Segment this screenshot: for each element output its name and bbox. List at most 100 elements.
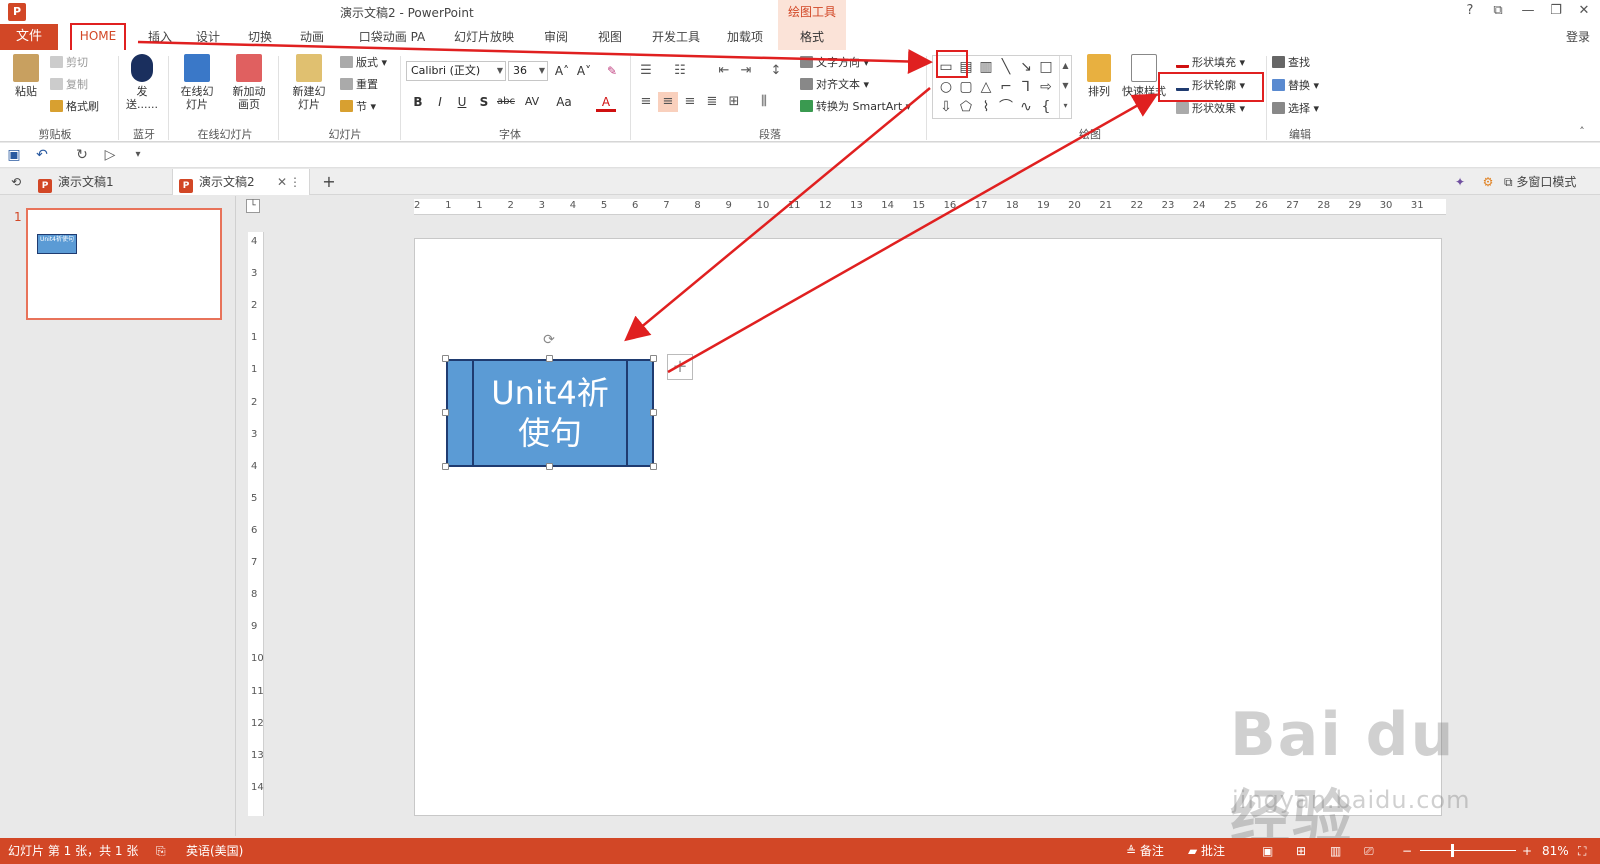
tab-review[interactable]: 审阅 [534, 24, 578, 50]
vertical-ruler[interactable]: 4 3 2 1 1 2 3 4 5 6 7 8 9 10 11 12 13 14 [248, 232, 264, 816]
new-tab-icon[interactable]: + [318, 169, 340, 195]
convert-smartart-button[interactable]: 转换为 SmartArt ▾ [800, 98, 911, 116]
doc-tab-1[interactable]: P 演示文稿1 [34, 169, 170, 195]
tab-transitions[interactable]: 切换 [238, 24, 282, 50]
align-right-button[interactable]: ≡ [680, 92, 700, 112]
restore-icon[interactable]: ❐ [1542, 3, 1570, 18]
gallery-scroll[interactable]: ▲ ▼ ▾ [1059, 56, 1071, 118]
line-shape-icon[interactable]: ╲ [997, 58, 1015, 76]
columns-button[interactable]: ⫼ [754, 92, 774, 112]
right-arrow-shape-icon[interactable]: ⇨ [1037, 78, 1055, 96]
spell-check-icon[interactable]: ⎘ [156, 838, 166, 864]
oval-shape-icon[interactable]: ○ [937, 78, 955, 96]
arrange-button[interactable]: 排列 [1080, 54, 1118, 98]
selected-shape[interactable]: Unit4祈 使句 [446, 359, 654, 467]
character-spacing-button[interactable]: AV [520, 92, 544, 112]
tab-menu-icon[interactable]: ⋮ [289, 169, 301, 195]
align-center-button[interactable]: ≡ [658, 92, 678, 112]
doc-tab-2[interactable]: P 演示文稿2 ✕ ⋮ [172, 169, 310, 195]
save-icon[interactable]: ▣ [4, 146, 24, 164]
rotate-handle-icon[interactable]: ⟳ [542, 333, 556, 347]
fit-slide-icon[interactable]: ⛶ [1578, 838, 1586, 864]
resize-handle[interactable] [442, 409, 449, 416]
zoom-out-icon[interactable]: − [1402, 838, 1412, 864]
down-arrow-shape-icon[interactable]: ⇩ [937, 98, 955, 116]
tab-file[interactable]: 文件 [0, 24, 58, 50]
increase-indent-button[interactable]: ⇥ [736, 61, 756, 81]
customize-qat-icon[interactable]: ▾ [128, 146, 148, 164]
login-link[interactable]: 登录 [1566, 28, 1590, 45]
help-icon[interactable]: ? [1456, 3, 1484, 18]
tab-view[interactable]: 视图 [588, 24, 632, 50]
decrease-indent-button[interactable]: ⇤ [714, 61, 734, 81]
select-button[interactable]: 选择 ▾ [1272, 100, 1319, 118]
strikethrough-button[interactable]: abc [494, 92, 518, 112]
cut-button[interactable]: 剪切 [50, 54, 88, 72]
replace-button[interactable]: 替换 ▾ [1272, 77, 1319, 95]
font-color-button[interactable]: A [596, 92, 616, 112]
section-button[interactable]: 节 ▾ [340, 98, 376, 116]
text-shadow-button[interactable]: S [474, 92, 494, 112]
zoom-slider-thumb[interactable] [1451, 844, 1454, 857]
rectangle-shape-icon[interactable]: □ [1037, 58, 1055, 76]
arc-shape-icon[interactable]: ⌒ [997, 98, 1015, 116]
flowchart-shape-icon[interactable]: ⬠ [957, 98, 975, 116]
tab-stop-selector[interactable]: └ [246, 199, 260, 213]
align-text-button[interactable]: 对齐文本 ▾ [800, 76, 869, 94]
resize-handle[interactable] [650, 463, 657, 470]
minimize-icon[interactable]: — [1514, 3, 1542, 18]
underline-button[interactable]: U [452, 92, 472, 112]
online-slides-button[interactable]: 在线幻灯片 [172, 54, 222, 111]
triangle-shape-icon[interactable]: △ [977, 78, 995, 96]
layout-button[interactable]: 版式 ▾ [340, 54, 387, 72]
redo-icon[interactable]: ↻ [72, 146, 92, 164]
collapse-ribbon-icon[interactable]: ˄ [1572, 122, 1592, 142]
brace-shape-icon[interactable]: { [1037, 98, 1055, 116]
font-size-combo[interactable]: 36 ▼ [508, 61, 548, 81]
zoom-in-icon[interactable]: + [1522, 838, 1532, 864]
notes-button[interactable]: ≜ 备注 [1126, 838, 1164, 864]
resize-handle[interactable] [442, 355, 449, 362]
tab-pocket-animation[interactable]: 口袋动画 PA [352, 24, 432, 50]
shrink-font-button[interactable]: A˅ [574, 61, 594, 81]
tab-developer[interactable]: 开发工具 [644, 24, 708, 50]
tab-design[interactable]: 设计 [186, 24, 230, 50]
picture-frame-shape-icon[interactable]: ▥ [977, 58, 995, 76]
layout-options-button[interactable]: + [667, 354, 693, 380]
align-left-button[interactable]: ≡ [636, 92, 656, 112]
close-icon[interactable]: ✕ [1570, 3, 1598, 18]
multi-window-mode-button[interactable]: ⧉ 多窗口模式 [1504, 169, 1600, 195]
undo-icon[interactable]: ↶ [32, 146, 52, 164]
reset-button[interactable]: 重置 [340, 76, 378, 94]
grow-font-button[interactable]: A˄ [552, 61, 572, 81]
tab-format[interactable]: 格式 [778, 24, 846, 50]
elbow-connector-shape-icon[interactable]: ⌐ [997, 78, 1015, 96]
new-animation-page-button[interactable]: 新加动画页 [224, 54, 274, 111]
font-name-combo[interactable]: Calibri (正文) ▼ [406, 61, 506, 81]
clear-formatting-button[interactable]: ✎ [602, 61, 622, 81]
tab-addins[interactable]: 加载项 [718, 24, 772, 50]
resize-handle[interactable] [546, 355, 553, 362]
find-button[interactable]: 查找 [1272, 54, 1310, 72]
curve-shape-icon[interactable]: ∿ [1017, 98, 1035, 116]
close-tab-icon[interactable]: ✕ [277, 169, 287, 195]
bluetooth-send-button[interactable]: 发送...... [122, 54, 162, 111]
arrow-line-shape-icon[interactable]: ↘ [1017, 58, 1035, 76]
line-spacing-button[interactable]: ↕ [766, 61, 786, 81]
resize-handle[interactable] [442, 463, 449, 470]
tab-slideshow[interactable]: 幻灯片放映 [448, 24, 520, 50]
start-from-beginning-icon[interactable]: ▷ [100, 146, 120, 164]
ribbon-display-options-icon[interactable]: ⧉ [1484, 3, 1512, 18]
reading-view-icon[interactable]: ▥ [1330, 838, 1341, 864]
horizontal-ruler[interactable]: 2 1 1 2 3 4 5 6 7 8 9 10 11 12 13 14 15 16 17 18 19 20 21 22 23 2… [414, 199, 1446, 215]
change-case-button[interactable]: Aa [552, 92, 576, 112]
justify-button[interactable]: ≣ [702, 92, 722, 112]
shape-effects-button[interactable]: 形状效果 ▾ [1176, 100, 1245, 118]
resize-handle[interactable] [650, 355, 657, 362]
settings-gear-icon[interactable]: ⚙ [1476, 169, 1500, 195]
freeform-shape-icon[interactable]: ⌇ [977, 98, 995, 116]
tab-insert[interactable]: 插入 [138, 24, 182, 50]
numbering-button[interactable]: ☷ [670, 61, 690, 81]
shape-fill-button[interactable]: 形状填充 ▾ [1176, 54, 1245, 72]
distributed-button[interactable]: ⊞ [724, 92, 744, 112]
